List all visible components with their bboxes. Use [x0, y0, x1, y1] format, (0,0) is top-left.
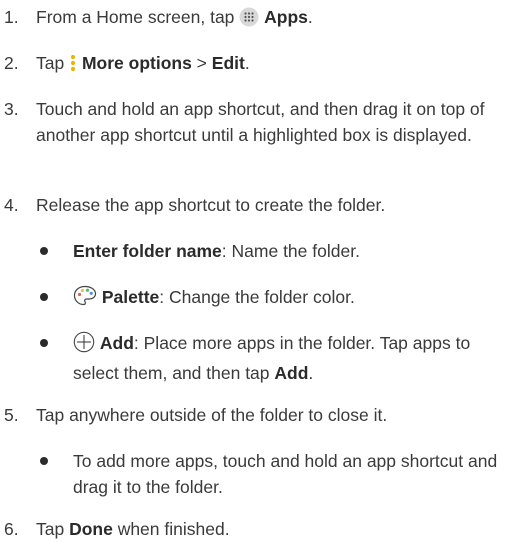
step-text: From a Home screen, tap Apps. — [36, 4, 512, 34]
instructions-document: 1. From a Home screen, tap Apps. 2. Tap — [0, 0, 524, 542]
step-text: Tap Done when finished. — [36, 519, 230, 539]
step-text: Touch and hold an app shortcut, and then… — [36, 99, 485, 145]
step-number: 3. — [4, 99, 19, 119]
step-number: 2. — [4, 53, 19, 73]
add-circle-icon — [73, 331, 95, 360]
step-text: Tap More options > Edit. — [36, 50, 512, 80]
palette-icon — [73, 285, 97, 314]
step-number: 5. — [4, 405, 19, 425]
apps-grid-icon — [239, 7, 259, 34]
bullet-dot — [40, 293, 48, 301]
step-number: 6. — [4, 519, 19, 539]
step-text: Release the app shortcut to create the f… — [36, 195, 386, 215]
more-options-icon — [69, 53, 77, 80]
step-text: Tap anywhere outside of the folder to cl… — [36, 405, 388, 425]
bullet-dot — [40, 457, 48, 465]
bullet-dot — [40, 339, 48, 347]
step-number: 1. — [4, 7, 19, 27]
bullet-dot — [40, 247, 48, 255]
step-number: 4. — [4, 195, 19, 215]
